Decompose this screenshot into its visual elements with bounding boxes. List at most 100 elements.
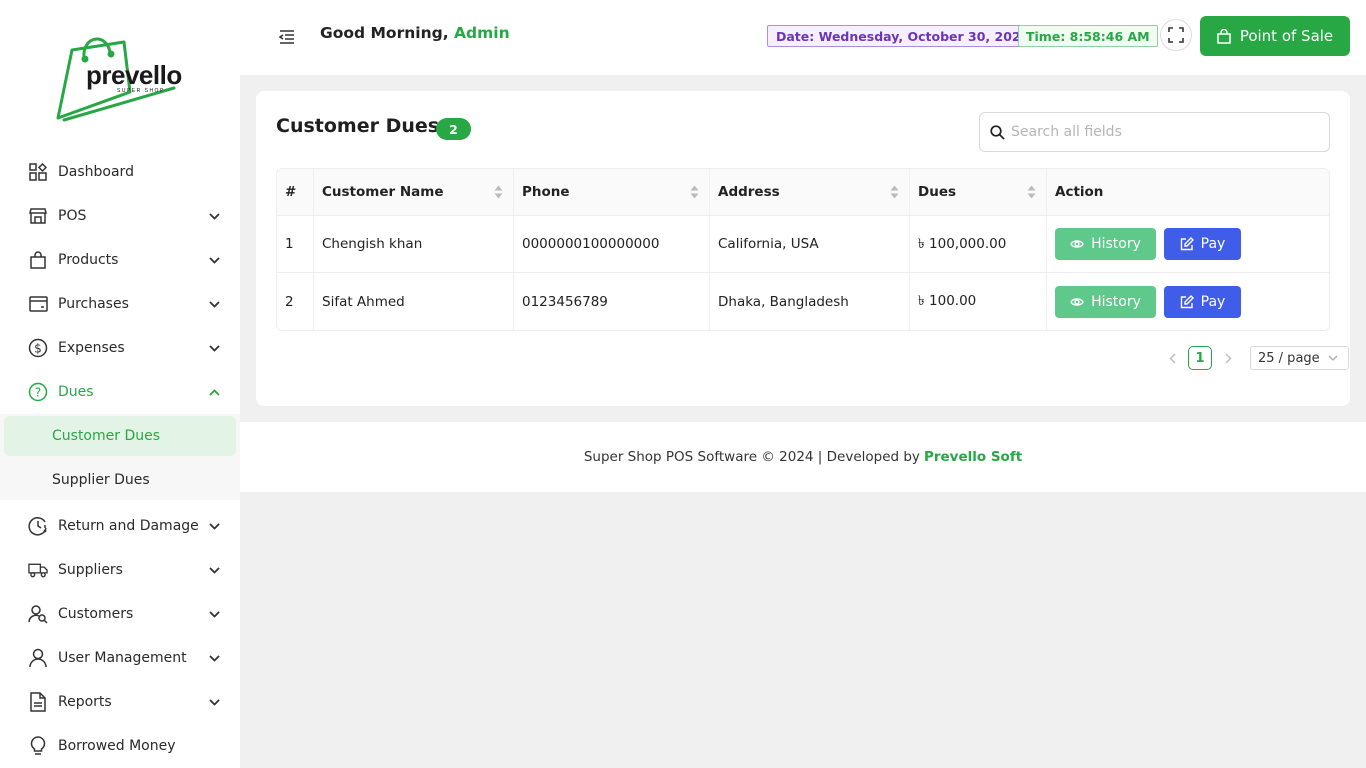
search-box[interactable] [979, 112, 1330, 152]
dashboard-icon [28, 162, 48, 182]
svg-text:$: $ [34, 342, 42, 356]
sidebar-item-dashboard[interactable]: Dashboard [0, 150, 240, 194]
chevron-down-icon [208, 342, 220, 354]
sidebar-item-products[interactable]: Products [0, 238, 240, 282]
search-input[interactable] [1011, 124, 1311, 140]
sidebar-menu: Dashboard POS Products Purchases $ Expen… [0, 150, 240, 768]
column-header-phone[interactable]: Phone [514, 169, 710, 215]
sidebar-item-purchases[interactable]: Purchases [0, 282, 240, 326]
user-search-icon [28, 604, 48, 624]
greeting-prefix: Good Morning, [320, 24, 449, 42]
pagination-prev-icon[interactable] [1164, 347, 1180, 369]
column-header-label: # [285, 184, 297, 200]
pagination-next-icon[interactable] [1220, 347, 1236, 369]
sidebar-item-suppliers[interactable]: Suppliers [0, 548, 240, 592]
truck-icon [28, 560, 48, 580]
column-header-customer-name[interactable]: Customer Name [314, 169, 514, 215]
customer-dues-amount: ৳ 100.00 [910, 273, 1047, 330]
sidebar-subitem-supplier-dues[interactable]: Supplier Dues [4, 460, 236, 500]
sidebar-item-user-management[interactable]: User Management [0, 636, 240, 680]
page-size-value: 25 / page [1258, 350, 1320, 366]
shopping-bag-icon [1217, 28, 1231, 44]
sidebar-item-customers[interactable]: Customers [0, 592, 240, 636]
customer-address: California, USA [710, 216, 910, 272]
customer-address: Dhaka, Bangladesh [710, 273, 910, 330]
chevron-down-icon [208, 608, 220, 620]
customer-name: Sifat Ahmed [314, 273, 514, 330]
column-header-dues[interactable]: Dues [910, 169, 1047, 215]
customer-dues-card: Customer Dues 2 # Customer Name Phone Ad… [256, 91, 1350, 406]
sidebar-item-label: Customers [58, 606, 134, 622]
sidebar-item-expenses[interactable]: $ Expenses [0, 326, 240, 370]
sidebar-item-label: POS [58, 208, 87, 224]
sidebar-item-reports[interactable]: Reports [0, 680, 240, 724]
lightbulb-icon [28, 736, 48, 756]
footer-brand-link[interactable]: Prevello Soft [924, 449, 1022, 465]
search-icon [990, 124, 1005, 140]
sidebar-item-label: Purchases [58, 296, 129, 312]
table-header-row: # Customer Name Phone Address Dues Actio… [277, 169, 1329, 216]
sidebar-item-label: Suppliers [58, 562, 123, 578]
sidebar-item-borrowed-money[interactable]: Borrowed Money [0, 724, 240, 768]
user-icon [28, 648, 48, 668]
chevron-down-icon [208, 564, 220, 576]
column-header-label: Customer Name [322, 184, 444, 200]
pay-button[interactable]: Pay [1164, 285, 1241, 318]
sidebar-item-pos[interactable]: POS [0, 194, 240, 238]
brand-tagline: SUPER SHOP [117, 88, 165, 94]
clock-alert-icon [28, 516, 48, 536]
time-badge: Time: 8:58:46 AM [1018, 25, 1158, 47]
history-button[interactable]: History [1055, 228, 1156, 260]
pay-label: Pay [1200, 293, 1226, 310]
fullscreen-icon [1168, 27, 1184, 43]
chevron-down-icon [208, 298, 220, 310]
page-size-select[interactable]: 25 / page [1250, 346, 1349, 370]
customer-dues-table: # Customer Name Phone Address Dues Actio… [276, 168, 1330, 331]
row-actions: History Pay [1047, 216, 1329, 272]
top-header: Good Morning, Admin Date: Wednesday, Oct… [240, 0, 1366, 75]
point-of-sale-label: Point of Sale [1239, 27, 1334, 45]
svg-text:?: ? [35, 386, 41, 400]
menu-collapse-icon[interactable] [278, 28, 296, 46]
point-of-sale-button[interactable]: Point of Sale [1200, 16, 1350, 56]
chevron-down-icon [208, 520, 220, 532]
customer-dues-amount: ৳ 100,000.00 [910, 216, 1047, 272]
sort-icon[interactable] [690, 185, 699, 199]
fullscreen-button[interactable] [1160, 19, 1192, 51]
edit-icon [1180, 294, 1194, 308]
sidebar-item-label: Products [58, 252, 119, 268]
column-header-address[interactable]: Address [710, 169, 910, 215]
shopping-bag-icon [28, 250, 48, 270]
pagination: 1 25 / page [1164, 346, 1349, 370]
row-index: 1 [277, 216, 314, 272]
pay-label: Pay [1200, 236, 1226, 252]
chevron-down-icon [208, 652, 220, 664]
sort-icon[interactable] [890, 185, 899, 199]
sidebar-item-label: Dues [58, 384, 94, 400]
sort-icon[interactable] [494, 185, 503, 199]
column-header-label: Address [718, 184, 780, 200]
eye-icon [1070, 297, 1084, 306]
sort-icon[interactable] [1027, 185, 1036, 199]
brand-logo[interactable]: prevello SUPER SHOP [54, 30, 189, 122]
chevron-down-icon [1328, 355, 1338, 361]
column-header-label: Action [1055, 184, 1104, 200]
sidebar-subitem-customer-dues[interactable]: Customer Dues [4, 416, 236, 456]
pay-button[interactable]: Pay [1164, 228, 1241, 260]
sidebar-item-return-and-damage[interactable]: Return and Damage [0, 504, 240, 548]
table-row: 2 Sifat Ahmed 0123456789 Dhaka, Banglade… [277, 273, 1329, 330]
history-button[interactable]: History [1055, 285, 1156, 318]
chevron-down-icon [208, 696, 220, 708]
sidebar-item-dues[interactable]: ? Dues [0, 370, 240, 414]
file-icon [28, 692, 48, 712]
sidebar-item-label: Expenses [58, 340, 125, 356]
sidebar-item-label: Borrowed Money [58, 738, 176, 754]
column-header-index: # [277, 169, 314, 215]
date-badge: Date: Wednesday, October 30, 2024 [767, 25, 1039, 47]
footer-text: Super Shop POS Software © 2024 | Develop… [583, 449, 920, 465]
pagination-page[interactable]: 1 [1188, 346, 1212, 370]
column-header-label: Phone [522, 184, 570, 200]
customer-phone: 0123456789 [514, 273, 710, 330]
customer-phone: 0000000100000000 [514, 216, 710, 272]
chevron-up-icon [208, 386, 220, 398]
